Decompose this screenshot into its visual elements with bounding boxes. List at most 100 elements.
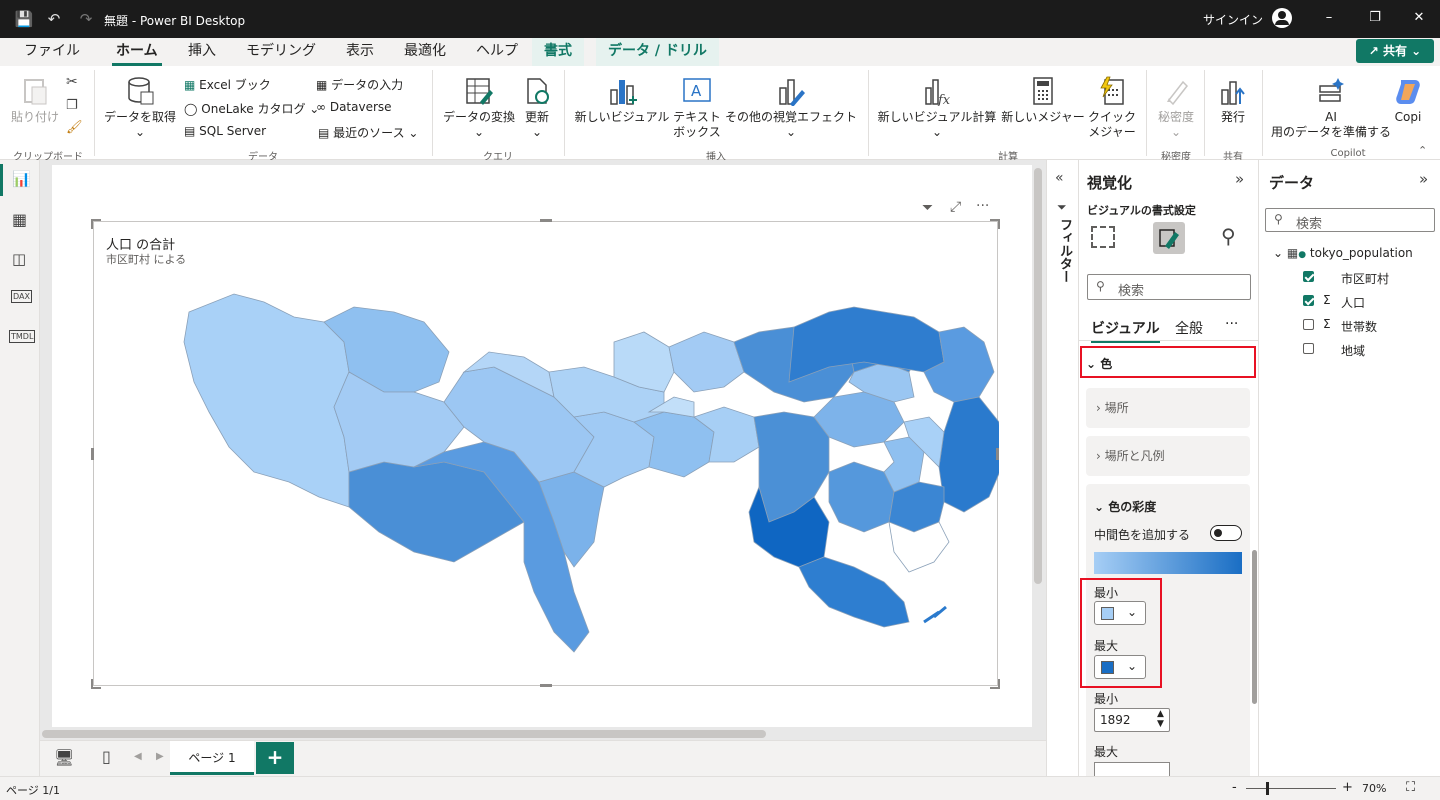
vertical-scrollbar[interactable]: [1034, 168, 1042, 584]
cut-icon[interactable]: ✂: [66, 74, 78, 90]
resize-handle[interactable]: [990, 219, 1000, 229]
enter-data-button[interactable]: ▦ データの入力: [316, 76, 403, 93]
tmdl-view-icon[interactable]: TMDL: [9, 330, 36, 343]
table-tokyo-population[interactable]: ⌄ ▦● tokyo_population: [1273, 246, 1413, 260]
new-visual-button[interactable]: 新しいビジュアル: [572, 76, 672, 125]
mobile-layout-icon[interactable]: ▯: [102, 747, 111, 766]
get-data-button[interactable]: データを取得 ⌄: [102, 76, 178, 140]
format-painter-icon[interactable]: 🖌: [66, 120, 83, 135]
recent-sources-button[interactable]: ▤ 最近のソース ⌄: [318, 124, 418, 141]
page-next-icon[interactable]: ▶: [156, 751, 164, 762]
tab-optimize[interactable]: 最適化: [400, 38, 450, 66]
zoom-in-button[interactable]: +: [1342, 780, 1353, 795]
resize-handle[interactable]: [91, 448, 94, 460]
add-middle-color-toggle[interactable]: [1210, 525, 1242, 541]
collapse-viz-icon[interactable]: »: [1235, 170, 1244, 188]
zoom-slider-thumb[interactable]: [1266, 782, 1269, 795]
viz-search-input[interactable]: ⚲ 検索: [1087, 274, 1251, 300]
section-location-legend[interactable]: › 場所と凡例: [1086, 436, 1250, 476]
resize-handle[interactable]: [990, 679, 1000, 689]
build-visual-icon[interactable]: [1091, 226, 1115, 248]
onelake-button[interactable]: ◯ OneLake カタログ ⌄: [184, 100, 319, 117]
page-tab-1[interactable]: ページ 1: [170, 741, 254, 775]
model-view-icon[interactable]: ◫: [12, 250, 26, 268]
expand-filters-icon[interactable]: «: [1055, 170, 1064, 186]
account-icon[interactable]: [1272, 8, 1292, 28]
more-options-icon[interactable]: ···: [976, 198, 989, 214]
sensitivity-button[interactable]: 秘密度 ⌄: [1152, 76, 1200, 140]
tab-file[interactable]: ファイル: [20, 38, 84, 66]
collapse-ribbon-icon[interactable]: ⌃: [1418, 144, 1427, 157]
fit-to-page-icon[interactable]: ⛶: [1406, 780, 1415, 795]
zoom-out-button[interactable]: -: [1232, 780, 1237, 795]
tab-modeling[interactable]: モデリング: [242, 38, 320, 66]
desktop-layout-icon[interactable]: 🖥: [54, 748, 74, 767]
tab-home[interactable]: ホーム: [112, 38, 162, 66]
format-visual-tab[interactable]: [1153, 222, 1185, 254]
new-visual-calc-button[interactable]: fx 新しいビジュアル計算 ⌄: [876, 76, 998, 140]
focus-mode-icon[interactable]: ⤢: [950, 199, 961, 215]
field-checkbox[interactable]: [1303, 343, 1314, 354]
minimize-button[interactable]: –: [1306, 0, 1352, 36]
tab-insert[interactable]: 挿入: [184, 38, 220, 66]
publish-button[interactable]: 発行: [1212, 76, 1254, 125]
field-checkbox[interactable]: [1303, 319, 1314, 330]
resize-handle[interactable]: [540, 219, 552, 222]
data-search-input[interactable]: ⚲ 検索: [1265, 208, 1435, 232]
resize-handle[interactable]: [540, 684, 552, 687]
save-icon[interactable]: 💾: [14, 9, 34, 29]
max-value-input[interactable]: [1094, 762, 1170, 776]
share-button[interactable]: ↗ 共有 ⌄: [1356, 39, 1434, 63]
dax-query-icon[interactable]: DAX: [11, 290, 32, 303]
zoom-slider-track[interactable]: [1246, 788, 1336, 789]
field-checkbox[interactable]: [1303, 295, 1314, 306]
horizontal-scrollbar[interactable]: [42, 730, 766, 738]
resize-handle[interactable]: [996, 448, 999, 460]
copilot-button[interactable]: Copi: [1392, 76, 1424, 125]
sql-server-button[interactable]: ▤ SQL Server: [184, 124, 266, 138]
new-measure-button[interactable]: 新しいメジャー: [998, 76, 1088, 125]
analytics-icon[interactable]: ⚲: [1221, 224, 1236, 248]
tab-data-drill[interactable]: データ / ドリル: [596, 38, 719, 66]
transform-data-button[interactable]: データの変換 ⌄: [440, 76, 518, 140]
paste-button[interactable]: 貼り付け: [8, 76, 62, 125]
table-view-icon[interactable]: ▦: [12, 210, 27, 229]
zoom-level: 70%: [1362, 782, 1387, 795]
section-saturation[interactable]: ⌄ 色の彩度: [1094, 498, 1156, 515]
textbox-icon: A: [683, 78, 711, 102]
section-location[interactable]: › 場所: [1086, 388, 1250, 428]
collapse-data-icon[interactable]: »: [1419, 170, 1428, 188]
tab-view[interactable]: 表示: [342, 38, 378, 66]
field-checkbox[interactable]: [1303, 271, 1314, 282]
dataverse-button[interactable]: ∞ Dataverse: [316, 100, 392, 114]
undo-icon[interactable]: ↶: [44, 9, 64, 29]
resize-handle[interactable]: [91, 219, 101, 229]
excel-button[interactable]: ▦ Excel ブック: [184, 76, 271, 93]
add-page-button[interactable]: +: [256, 742, 294, 774]
page-prev-icon[interactable]: ◀: [134, 751, 142, 762]
maximize-button[interactable]: ❐: [1352, 0, 1398, 36]
viz-more-icon[interactable]: ···: [1225, 316, 1238, 332]
textbox-button[interactable]: A テキスト ボックス: [670, 76, 724, 140]
resize-handle[interactable]: [91, 679, 101, 689]
refresh-button[interactable]: 更新 ⌄: [518, 76, 556, 140]
viz-pane-scrollbar[interactable]: [1252, 550, 1257, 704]
more-visuals-button[interactable]: その他の視覚エフェクト ⌄: [724, 76, 858, 140]
filled-map-visual[interactable]: 人口 の合計 市区町村 による: [93, 221, 999, 686]
spinner-icon[interactable]: ▲ ▼: [1157, 709, 1164, 729]
tab-format[interactable]: 書式: [532, 38, 584, 66]
sensitivity-icon: [1167, 80, 1188, 106]
filters-pane-collapsed[interactable]: « ⏷ フィルター: [1046, 160, 1078, 776]
tab-general-format[interactable]: 全般: [1175, 318, 1203, 338]
min-value-input[interactable]: 1892 ▲ ▼: [1094, 708, 1170, 732]
redo-icon[interactable]: ↷: [76, 9, 96, 29]
quick-measure-button[interactable]: クイック メジャー: [1084, 76, 1140, 140]
close-button[interactable]: ✕: [1396, 0, 1440, 36]
ai-prep-button[interactable]: AI 用のデータを準備する: [1268, 76, 1394, 140]
sql-icon: ▤: [184, 124, 196, 138]
tab-help[interactable]: ヘルプ: [472, 38, 522, 66]
signin-link[interactable]: サインイン: [1203, 11, 1263, 28]
report-view-icon[interactable]: 📊: [12, 170, 31, 188]
copy-icon[interactable]: ❐: [66, 98, 78, 113]
visual-filter-icon[interactable]: ⏷: [922, 200, 933, 216]
